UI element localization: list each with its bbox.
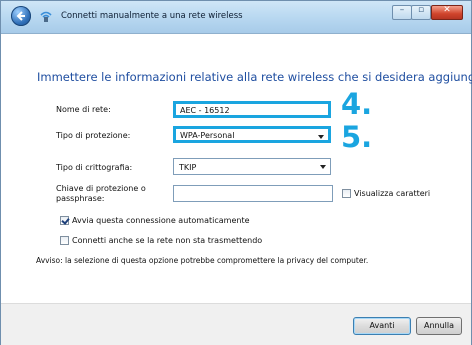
show-characters-label: Visualizza caratteri (354, 189, 431, 198)
privacy-warning: Avviso: la selezione di questa opzione p… (36, 256, 369, 265)
security-key-input[interactable] (173, 185, 333, 202)
dropdown-arrow-icon (318, 135, 324, 139)
arrow-left-icon (16, 11, 25, 21)
wireless-setup-window: Connetti manualmente a una rete wireless… (0, 0, 472, 345)
page-heading: Immettere le informazioni relative alla … (37, 70, 472, 84)
close-button[interactable]: ✕ (431, 5, 463, 20)
wireless-network-icon (40, 11, 52, 22)
encryption-type-label: Tipo di crittografia: (56, 163, 133, 172)
encryption-type-value: TKIP (179, 163, 197, 172)
security-type-value: WPA-Personal (180, 131, 235, 140)
connect-hidden-checkbox[interactable] (60, 236, 69, 245)
network-name-label: Nome di rete: (56, 105, 111, 114)
maximize-icon: ▫ (417, 5, 425, 15)
minimize-icon: – (399, 5, 405, 15)
security-type-label: Tipo di protezione: (56, 131, 131, 140)
title-bar: Connetti manualmente a una rete wireless… (1, 1, 471, 34)
dropdown-arrow-icon (320, 165, 326, 169)
dialog-footer: Avanti Annulla (1, 303, 471, 345)
network-name-input[interactable]: AEC - 16512 (173, 101, 331, 118)
security-key-label-line2: passphrase: (56, 194, 105, 203)
network-name-value: AEC - 16512 (180, 106, 230, 115)
encryption-type-select[interactable]: TKIP (173, 158, 331, 175)
security-key-label-line1: Chiave di protezione o (56, 184, 146, 193)
step-4-annotation: 4. (341, 87, 373, 121)
window-title: Connetti manualmente a una rete wireless (61, 11, 243, 21)
connect-hidden-label: Connetti anche se la rete non sta trasme… (72, 236, 263, 245)
auto-start-label: Avvia questa connessione automaticamente (72, 216, 250, 225)
minimize-button[interactable]: – (392, 5, 412, 20)
show-characters-checkbox[interactable] (342, 189, 351, 198)
cancel-button[interactable]: Annulla (416, 317, 462, 335)
maximize-button[interactable]: ▫ (411, 5, 431, 20)
close-icon: ✕ (443, 5, 451, 15)
next-button[interactable]: Avanti (353, 317, 411, 335)
step-5-annotation: 5. (341, 120, 373, 154)
auto-start-checkbox[interactable] (60, 216, 69, 225)
back-button[interactable] (11, 6, 31, 26)
security-type-select[interactable]: WPA-Personal (173, 126, 331, 143)
